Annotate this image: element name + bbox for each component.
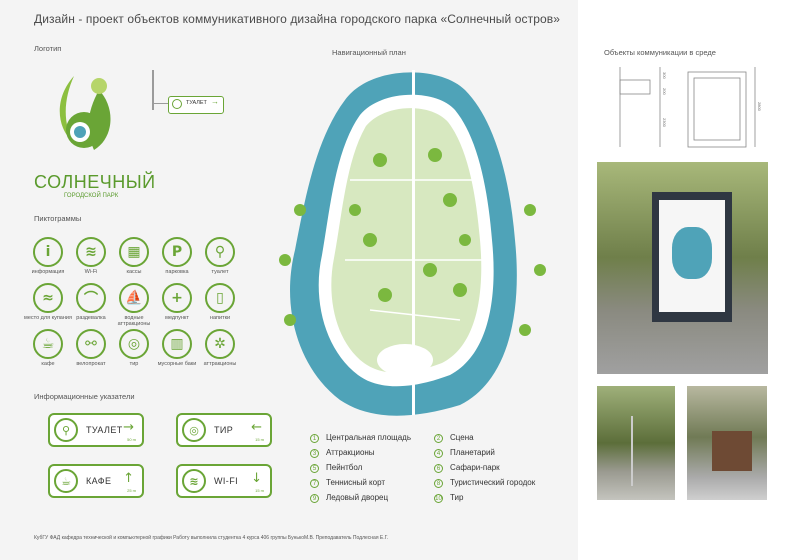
- section-pictograms: Пиктограммы: [34, 214, 82, 223]
- pictogram-label: туалет: [211, 269, 229, 275]
- info-icon: i: [33, 237, 63, 267]
- toilet-icon: [172, 99, 182, 109]
- section-signs: Информационные указатели: [34, 392, 135, 401]
- medical-icon: +: [162, 283, 192, 313]
- sign-distance: 15 m: [255, 437, 264, 442]
- photo-billboard: [597, 162, 768, 374]
- logo-name: СОЛНЕЧНЫЙ: [34, 172, 156, 192]
- logo-mark: [44, 68, 154, 158]
- legend-number: 2: [434, 434, 443, 443]
- dim-2300: 2300: [662, 118, 667, 127]
- legend-number: 3: [310, 449, 319, 458]
- legend-label: Планетарий: [450, 448, 495, 457]
- page-title: Дизайн - проект объектов коммуникативног…: [34, 12, 561, 26]
- logo-sign: ТУАЛЕТ →: [168, 96, 224, 114]
- section-environment: Объекты коммуникации в среде: [604, 48, 716, 57]
- wifi-icon: ≋: [182, 469, 206, 493]
- arrow-icon: ↑: [123, 471, 134, 486]
- cashier-icon: ▦: [119, 237, 149, 267]
- legend-label: Теннисный корт: [326, 478, 386, 487]
- toilet-icon: ⚲: [54, 418, 78, 442]
- sign-label: ТИР: [214, 425, 234, 435]
- legend-label: Ледовый дворец: [326, 493, 389, 502]
- legend-label: Сцена: [450, 433, 474, 442]
- technical-drawing: 300 200 2300 2800: [600, 62, 780, 152]
- sign-label: КАФЕ: [86, 476, 112, 486]
- legend-number: 5: [310, 464, 319, 473]
- sign-distance: 50 m: [127, 437, 136, 442]
- section-logo: Логотип: [34, 44, 62, 53]
- pictogram-label: аттракционы: [203, 361, 237, 367]
- bicycle-icon: ⚯: [76, 329, 106, 359]
- footer-credits: КубГУ ФАД кафедра технической и компьюте…: [34, 535, 389, 541]
- billboard-map: [672, 227, 712, 279]
- pictogram-label: напитки: [209, 315, 231, 321]
- photo-kiosk-box: [712, 431, 752, 471]
- parking-icon: P: [162, 237, 192, 267]
- drinks-icon: ▯: [205, 283, 235, 313]
- legend-number: 6: [434, 464, 443, 473]
- trash-icon: ▥: [162, 329, 192, 359]
- legend-number: 10: [434, 494, 443, 503]
- photo-pole: [631, 416, 633, 486]
- arrow-right-icon: →: [211, 97, 219, 106]
- dim-300: 300: [662, 72, 667, 79]
- sign-distance: 25 m: [127, 488, 136, 493]
- logo-sign-label: ТУАЛЕТ: [186, 100, 207, 106]
- photo-pole-sign: [597, 386, 675, 500]
- legend-label: Туристический городок: [450, 478, 536, 487]
- sign-pole: [152, 70, 154, 110]
- legend-number: 1: [310, 434, 319, 443]
- wifi-icon: ≋: [76, 237, 106, 267]
- legend-label: Пейнтбол: [326, 463, 363, 472]
- sign-label: ТУАЛЕТ: [86, 425, 123, 435]
- legend-number: 9: [310, 494, 319, 503]
- sign-toilet: ⚲ ТУАЛЕТ → 50 m: [48, 413, 144, 447]
- swimming-icon: ≈: [33, 283, 63, 313]
- legend-label: Сафари-парк: [450, 463, 500, 472]
- arrow-icon: ←: [251, 420, 262, 435]
- navigation-map: [260, 60, 570, 420]
- sign-wifi: ≋ WI-FI ↓ 15 m: [176, 464, 272, 498]
- sign-distance: 15 m: [255, 488, 264, 493]
- legend-label: Тир: [450, 493, 464, 502]
- arrow-icon: →: [123, 420, 134, 435]
- dim-200: 200: [662, 88, 667, 95]
- legend-label: Аттракционы: [326, 448, 375, 457]
- target-icon: ◎: [182, 418, 206, 442]
- target-icon: ◎: [119, 329, 149, 359]
- cafe-icon: ☕: [54, 469, 78, 493]
- boat-icon: ⛵: [119, 283, 149, 313]
- hanger-icon: ⌒: [76, 283, 106, 313]
- toilet-icon: ⚲: [205, 237, 235, 267]
- cafe-icon: ☕: [33, 329, 63, 359]
- sign-cafe: ☕ КАФЕ ↑ 25 m: [48, 464, 144, 498]
- arrow-icon: ↓: [251, 471, 262, 486]
- logo-subtitle: ГОРОДСКОЙ ПАРК: [64, 193, 119, 199]
- section-map: Навигационный план: [332, 48, 406, 57]
- legend-number: 8: [434, 479, 443, 488]
- dim-2800: 2800: [757, 102, 762, 111]
- sign-label: WI-FI: [214, 476, 238, 486]
- legend-label: Центральная площадь: [326, 433, 412, 442]
- ferris-wheel-icon: ✲: [205, 329, 235, 359]
- photo-kiosk: [687, 386, 767, 500]
- legend-number: 4: [434, 449, 443, 458]
- sign-target: ◎ ТИР ← 15 m: [176, 413, 272, 447]
- legend-number: 7: [310, 479, 319, 488]
